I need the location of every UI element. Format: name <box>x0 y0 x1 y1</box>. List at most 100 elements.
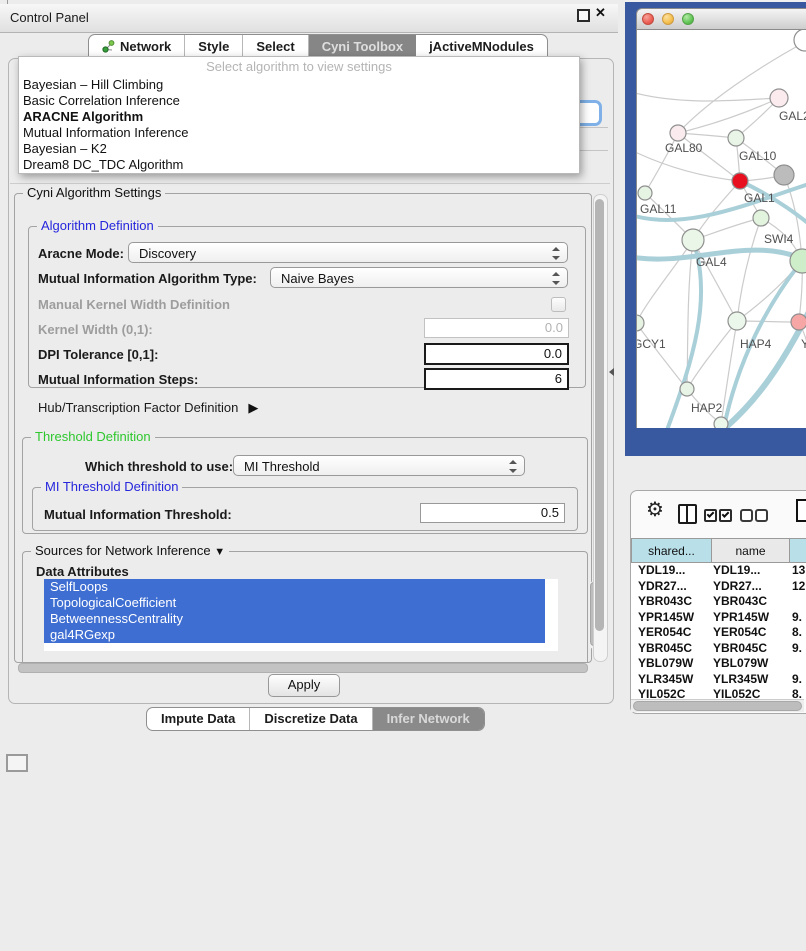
tab-infer-network[interactable]: Infer Network <box>372 708 484 730</box>
table-cell[interactable]: YIL052C <box>713 687 760 699</box>
table-row[interactable]: YLR345W YLR345W 9. <box>631 672 806 688</box>
scrollbar-thumb[interactable] <box>595 199 604 631</box>
node-gal2[interactable] <box>770 89 788 107</box>
document-icon[interactable] <box>796 499 806 522</box>
data-attributes-list[interactable]: SelfLoopsTopologicalCoefficientBetweenne… <box>44 579 558 651</box>
node-gal1[interactable] <box>732 173 748 189</box>
algorithm-option[interactable]: Mutual Information Inference <box>19 125 579 141</box>
node-gal4[interactable] <box>682 229 704 251</box>
node-mid[interactable] <box>753 210 769 226</box>
table-cell[interactable]: 9. <box>792 641 802 657</box>
table-cell[interactable]: 9. <box>792 610 802 626</box>
table-horizontal-scrollbar[interactable] <box>631 699 804 712</box>
node-top[interactable] <box>794 30 806 51</box>
table-cell[interactable]: 9. <box>792 672 802 688</box>
table-row[interactable]: YER054C YER054C 8. <box>631 625 806 641</box>
table-cell[interactable]: YPR145W <box>638 610 694 626</box>
algorithm-option[interactable]: Bayesian – Hill Climbing <box>19 77 579 93</box>
table-row[interactable]: YBR043C YBR043C <box>631 594 806 610</box>
group-title[interactable]: Sources for Network Inference ▼ <box>31 543 229 558</box>
scrollbar-thumb[interactable] <box>18 663 588 673</box>
table-cell[interactable]: 8. <box>792 687 802 699</box>
column-header-partial[interactable] <box>789 538 806 563</box>
table-cell[interactable]: 13 <box>792 563 805 579</box>
select-all-checkbox-icon[interactable] <box>704 509 717 522</box>
aracne-mode-select[interactable]: Discovery <box>128 242 568 263</box>
splitter-collapse-arrow[interactable] <box>609 368 614 376</box>
table-cell[interactable]: YBL079W <box>638 656 693 672</box>
column-header-shared-name[interactable]: shared... <box>631 538 712 563</box>
table-cell[interactable]: YDL19... <box>638 563 685 579</box>
attribute-list-item-selected[interactable]: SelfLoops <box>44 579 545 595</box>
tab-style[interactable]: Style <box>184 35 242 58</box>
table-cell[interactable]: 8. <box>792 625 802 641</box>
algorithm-option[interactable]: Bayesian – K2 <box>19 141 579 157</box>
tab-cyni-toolbox[interactable]: Cyni Toolbox <box>308 35 416 58</box>
node-bottom[interactable] <box>714 417 728 428</box>
column-header-name[interactable]: name <box>711 538 790 563</box>
kernel-width-field[interactable]: 0.0 <box>424 318 569 338</box>
manual-kernel-width-checkbox[interactable] <box>551 297 566 312</box>
table-row[interactable]: YBL079W YBL079W <box>631 656 806 672</box>
table-cell[interactable]: YLR345W <box>713 672 768 688</box>
table-cell[interactable]: YPR145W <box>713 610 769 626</box>
node-gal80[interactable] <box>670 125 686 141</box>
table-cell[interactable]: YDR27... <box>638 579 687 595</box>
attribute-list-item-selected[interactable]: TopologicalCoefficient <box>44 595 545 611</box>
mi-steps-field[interactable]: 6 <box>424 368 569 390</box>
close-icon[interactable]: ✕ <box>595 5 606 21</box>
collapsed-panel-icon[interactable] <box>6 754 28 772</box>
dpi-tolerance-field[interactable]: 0.0 <box>424 343 569 365</box>
table-row[interactable]: YPR145W YPR145W 9. <box>631 610 806 626</box>
mi-algorithm-type-select[interactable]: Naive Bayes <box>270 267 568 288</box>
settings-horizontal-scrollbar[interactable] <box>16 662 592 673</box>
scrollbar-thumb[interactable] <box>633 701 802 711</box>
table-cell[interactable]: YDL19... <box>713 563 760 579</box>
window-close-icon[interactable] <box>642 13 654 25</box>
window-minimize-icon[interactable] <box>662 13 674 25</box>
node-gal11[interactable] <box>638 186 652 200</box>
algorithm-option[interactable]: Dream8 DC_TDC Algorithm <box>19 157 579 173</box>
table-cell[interactable]: YLR345W <box>638 672 693 688</box>
node-hap4[interactable] <box>728 312 746 330</box>
tab-impute-data[interactable]: Impute Data <box>147 708 249 730</box>
network-canvas[interactable]: GAL2GAL80GAL10GAL1GAL11SWI4GAL4GCY1HAP4Y… <box>636 30 806 428</box>
table-cell[interactable]: YBR045C <box>713 641 767 657</box>
tab-discretize-data[interactable]: Discretize Data <box>249 708 371 730</box>
table-row[interactable]: YDL19... YDL19... 13 <box>631 563 806 579</box>
table-row[interactable]: YBR045C YBR045C 9. <box>631 641 806 657</box>
table-cell[interactable]: YBR043C <box>713 594 767 610</box>
which-threshold-select[interactable]: MI Threshold <box>233 455 525 476</box>
tab-network[interactable]: Network <box>89 35 184 58</box>
table-row[interactable]: YIL052C YIL052C 8. <box>631 687 806 699</box>
table-cell[interactable]: YER054C <box>638 625 691 641</box>
node-gray[interactable] <box>774 165 794 185</box>
tab-jactivemnodules[interactable]: jActiveMNodules <box>416 35 547 58</box>
algorithm-option[interactable]: ARACNE Algorithm <box>19 109 579 125</box>
table-cell[interactable]: YBR045C <box>638 641 692 657</box>
table-cell[interactable]: YER054C <box>713 625 766 641</box>
deselect-all-checkbox-icon[interactable] <box>740 509 753 522</box>
select-all-checkbox-icon[interactable] <box>719 509 732 522</box>
apply-button[interactable]: Apply <box>268 674 340 697</box>
table-cell[interactable]: YBR043C <box>638 594 692 610</box>
node-gcy1[interactable] <box>637 315 644 331</box>
node-salmon[interactable] <box>791 314 806 330</box>
float-panel-icon[interactable] <box>577 9 590 22</box>
table-cell[interactable]: YIL052C <box>638 687 685 699</box>
node-gal10[interactable] <box>728 130 744 146</box>
window-zoom-icon[interactable] <box>682 13 694 25</box>
settings-vertical-scrollbar[interactable] <box>593 194 608 662</box>
table-cell[interactable]: YDR27... <box>713 579 762 595</box>
gear-icon[interactable]: ⚙ <box>646 500 664 520</box>
tab-select[interactable]: Select <box>242 35 307 58</box>
attribute-list-item-selected[interactable]: gal4RGexp <box>44 627 545 643</box>
table-cell[interactable]: YBL079W <box>713 656 768 672</box>
deselect-all-checkbox-icon[interactable] <box>755 509 768 522</box>
attribute-list-item-selected[interactable]: BetweennessCentrality <box>44 611 545 627</box>
table-cell[interactable]: 12 <box>792 579 805 595</box>
table-row[interactable]: YDR27... YDR27... 12 <box>631 579 806 595</box>
mi-threshold-field[interactable]: 0.5 <box>420 503 565 523</box>
algorithm-option[interactable]: Basic Correlation Inference <box>19 93 579 109</box>
node-hap2[interactable] <box>680 382 694 396</box>
